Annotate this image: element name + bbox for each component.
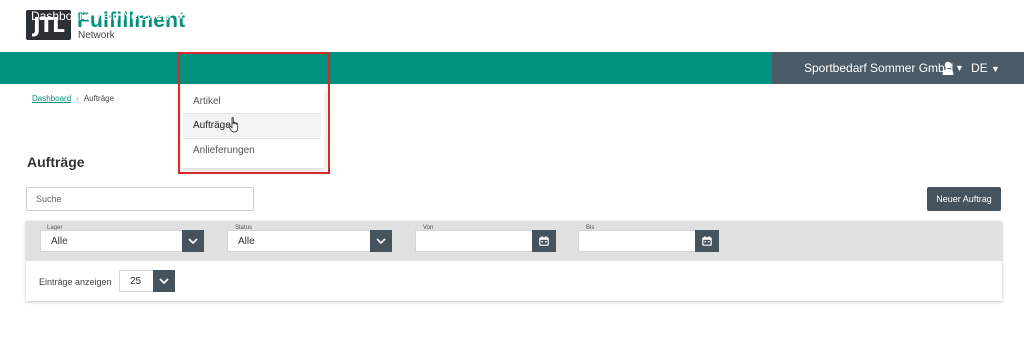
company-name[interactable]: Sportbedarf Sommer GmbH [804,52,953,84]
meine-vorgaenge-dropdown: Artikel Aufträge Anlieferungen [181,86,325,168]
chevron-down-icon[interactable] [182,230,204,252]
breadcrumb: Dashboard › Aufträge [32,94,114,103]
nav-item-mein-netzwerk[interactable]: Mein Netzwerk ▼ [93,0,185,32]
nav-item-meine-vorgaenge[interactable]: Meine Vorgänge ▲ [186,0,286,32]
search-input[interactable] [26,187,254,211]
chevron-up-icon: ▲ [277,11,287,21]
page-size-select[interactable]: 25 [119,270,175,292]
filter-panel: Lager Alle Status Alle Von Bis Einträge … [26,221,1002,301]
chevron-down-icon: ▼ [991,64,1000,74]
filter-bar: Lager Alle Status Alle Von Bis [26,221,1002,261]
nav-item-label: Datenaustausch [359,9,446,23]
nav-item-dashboard[interactable]: Dashboard [31,0,90,32]
new-order-button[interactable]: Neuer Auftrag [927,187,1001,211]
calendar-icon[interactable] [695,230,719,252]
lager-select[interactable]: Alle [40,230,204,252]
chevron-down-icon[interactable] [153,270,175,292]
chevron-down-icon[interactable] [370,230,392,252]
entries-label: Einträge anzeigen [39,277,112,287]
dropdown-item-anlieferungen[interactable]: Anlieferungen [183,139,321,162]
von-date-input[interactable] [415,230,556,252]
breadcrumb-current: Aufträge [83,94,115,103]
chevron-down-icon[interactable]: ▼ [955,52,964,84]
chevron-down-icon: ▼ [176,11,186,21]
user-icon[interactable] [942,61,954,75]
language-label: DE [971,61,988,75]
nav-item-datenaustausch[interactable]: Datenaustausch [359,0,446,32]
dropdown-item-auftraege[interactable]: Aufträge [183,114,321,137]
status-value: Alle [238,236,255,247]
lager-value: Alle [51,236,68,247]
status-select[interactable]: Alle [227,230,392,252]
nav-item-label: Meine Vorgänge [186,9,274,23]
page-title: Aufträge [27,154,85,170]
dropdown-item-artikel[interactable]: Artikel [183,90,321,113]
breadcrumb-dashboard-link[interactable]: Dashboard [32,94,71,103]
calendar-icon[interactable] [532,230,556,252]
language-switcher[interactable]: DE ▼ [971,52,1000,84]
page-size-value: 25 [130,276,142,287]
nav-item-label: Lager suchen [286,9,359,23]
breadcrumb-separator-icon: › [76,94,79,103]
bis-date-input[interactable] [578,230,719,252]
nav-item-lager-suchen[interactable]: Lager suchen [286,0,359,32]
nav-item-label: Dashboard [31,9,90,23]
nav-item-label: Mein Netzwerk [93,9,173,23]
